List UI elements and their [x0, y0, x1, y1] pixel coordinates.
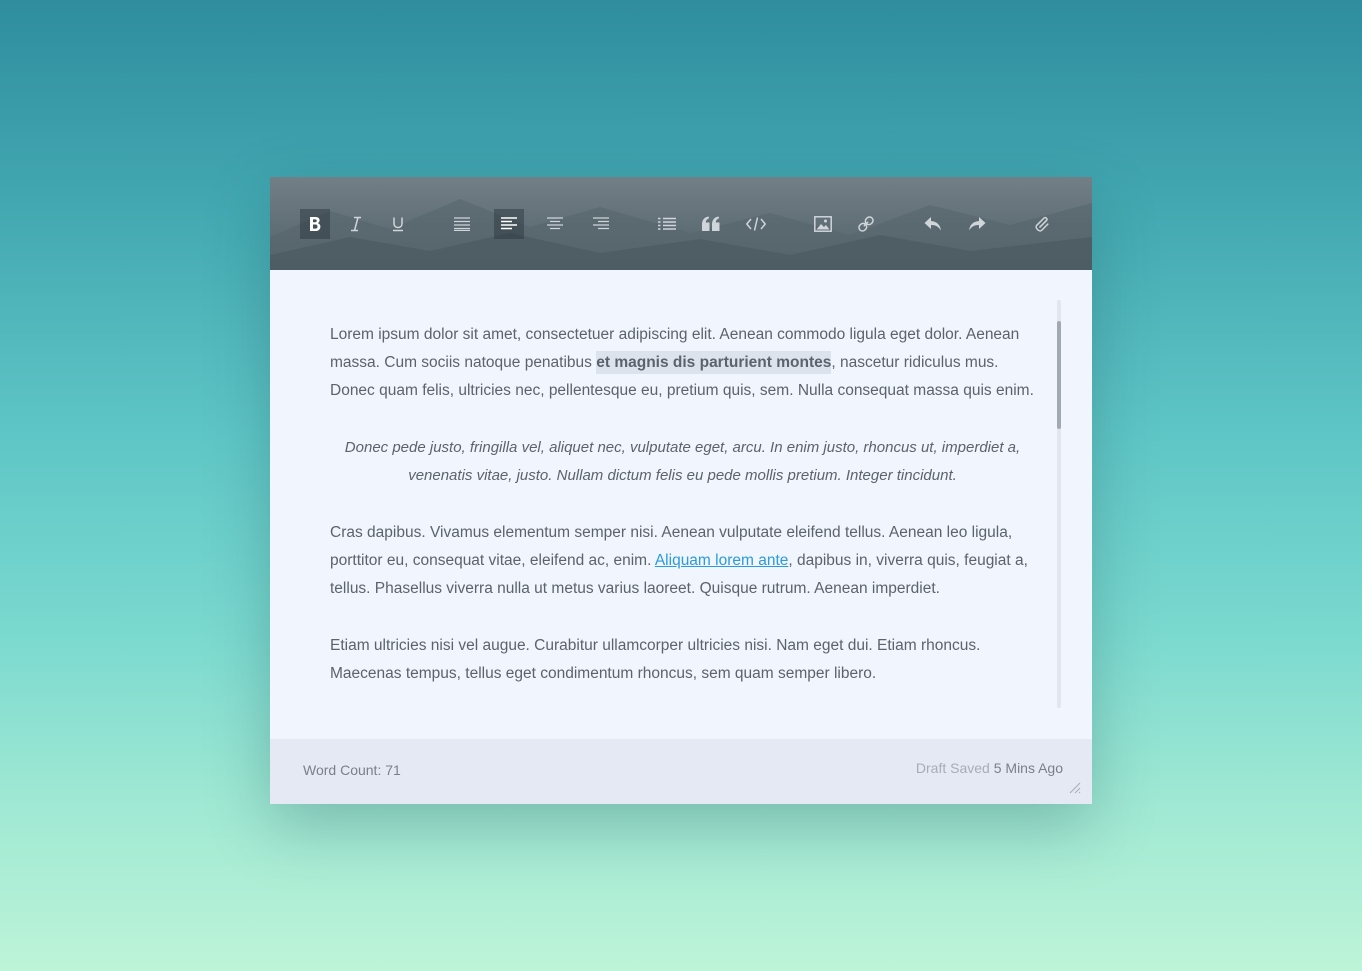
redo-button[interactable] [962, 209, 992, 239]
align-left-button[interactable] [494, 209, 524, 239]
blockquote-button[interactable] [696, 209, 726, 239]
code-button[interactable] [741, 209, 771, 239]
undo-icon [924, 217, 941, 231]
align-center-icon [547, 217, 563, 230]
underline-icon [393, 217, 403, 232]
draft-status: Draft Saved 5 Mins Ago [916, 760, 1063, 776]
image-icon [814, 216, 832, 232]
bold-button[interactable] [300, 209, 330, 239]
editor-content[interactable]: Lorem ipsum dolor sit amet, consectetuer… [330, 321, 1035, 717]
scrollbar-thumb[interactable] [1057, 321, 1061, 429]
paragraph: Cras dapibus. Vivamus elementum semper n… [330, 524, 1028, 597]
insert-image-button[interactable] [808, 209, 838, 239]
editor-footer: Word Count: 71 Draft Saved 5 Mins Ago [270, 739, 1092, 804]
align-left-icon [501, 217, 517, 230]
undo-button[interactable] [918, 209, 948, 239]
text-editor: Lorem ipsum dolor sit amet, consectetuer… [270, 177, 1092, 804]
word-count: Word Count: 71 [303, 762, 401, 778]
bold-icon [310, 217, 321, 231]
scrollbar-track[interactable] [1057, 300, 1061, 708]
insert-link-button[interactable] [851, 209, 881, 239]
editor-toolbar [270, 177, 1092, 270]
draft-label: Draft Saved [915, 760, 990, 776]
align-justify-icon [454, 217, 470, 231]
align-right-button[interactable] [586, 209, 616, 239]
resize-handle-icon[interactable] [1067, 780, 1081, 794]
redo-icon [969, 217, 986, 231]
italic-icon [351, 216, 361, 232]
inline-link[interactable]: Aliquam lorem ante [655, 552, 789, 569]
paperclip-icon [1035, 216, 1049, 232]
justify-button[interactable] [447, 209, 477, 239]
link-icon [858, 216, 874, 232]
bold-highlighted-text: et magnis dis parturient montes [596, 351, 832, 374]
code-icon [746, 217, 766, 231]
align-right-icon [593, 217, 609, 230]
list-icon [658, 217, 676, 230]
quote-icon [702, 216, 720, 231]
bullet-list-button[interactable] [652, 209, 682, 239]
draft-time: 5 Mins Ago [993, 760, 1063, 776]
blockquote: Donec pede justo, fringilla vel, aliquet… [344, 439, 1021, 484]
paragraph: Lorem ipsum dolor sit amet, consectetuer… [330, 326, 1034, 399]
align-center-button[interactable] [540, 209, 570, 239]
italic-button[interactable] [341, 209, 371, 239]
underline-button[interactable] [383, 209, 413, 239]
paragraph: Etiam ultricies nisi vel augue. Curabitu… [330, 637, 981, 682]
attach-button[interactable] [1028, 209, 1058, 239]
